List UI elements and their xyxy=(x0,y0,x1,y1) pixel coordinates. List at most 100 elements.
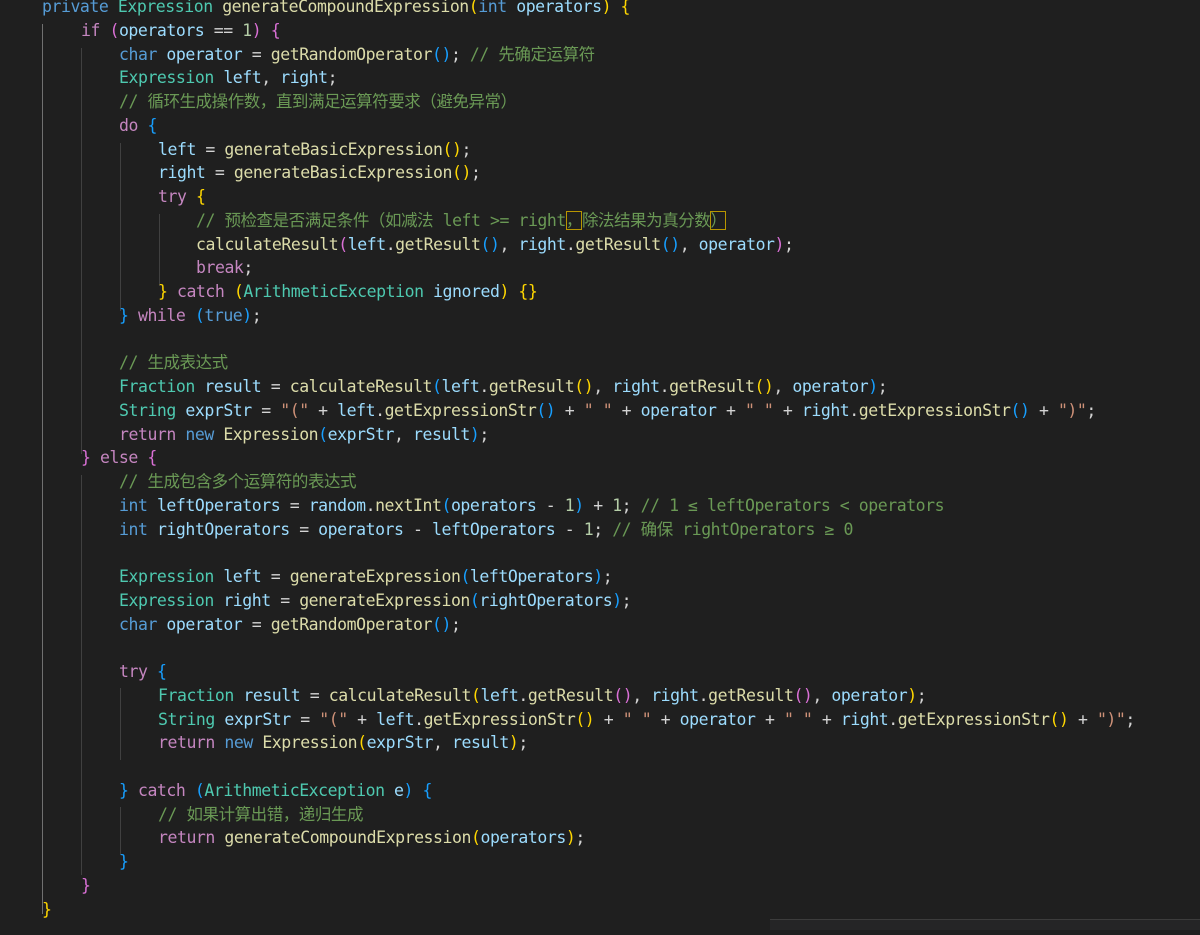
code-line[interactable] xyxy=(0,541,119,565)
code-token: } xyxy=(81,875,91,895)
code-token: , xyxy=(812,685,832,705)
code-token: result xyxy=(452,733,509,753)
code-token: String xyxy=(158,709,225,729)
code-line[interactable]: Fraction result = calculateResult(left.g… xyxy=(0,684,927,708)
code-line[interactable] xyxy=(0,328,119,352)
code-line[interactable] xyxy=(0,636,119,660)
code-token: Fraction xyxy=(158,685,244,705)
code-token: Expression xyxy=(223,424,319,444)
code-token: exprStr xyxy=(366,733,434,753)
code-token: nextInt xyxy=(375,495,442,515)
code-token: + xyxy=(1029,400,1058,420)
code-token: () xyxy=(1049,709,1069,729)
code-line[interactable]: if (operators == 1) { xyxy=(0,19,281,43)
code-token: random xyxy=(308,495,366,515)
code-line[interactable]: try { xyxy=(0,185,206,209)
code-token: left xyxy=(158,139,196,159)
code-line[interactable]: } catch (ArithmeticException e) { xyxy=(0,779,432,803)
code-token: " " xyxy=(744,400,774,420)
code-token: catch xyxy=(137,780,195,800)
code-token: getExpressionStr xyxy=(897,709,1050,729)
code-line[interactable] xyxy=(0,755,158,779)
code-token: . xyxy=(479,377,489,396)
code-token: ; xyxy=(251,305,262,325)
code-line[interactable]: private Expression generateCompoundExpre… xyxy=(0,0,631,19)
code-line[interactable]: return generateCompoundExpression(operat… xyxy=(0,826,585,850)
code-line[interactable]: String exprStr = "(" + left.getExpressio… xyxy=(0,399,1096,423)
code-line[interactable]: String exprStr = "(" + left.getExpressio… xyxy=(0,708,1135,732)
code-token: ) xyxy=(251,20,262,40)
code-token: = xyxy=(261,377,290,396)
code-line[interactable]: } xyxy=(0,898,52,922)
code-line[interactable]: try { xyxy=(0,660,167,684)
code-line[interactable]: char operator = getRandomOperator(); xyxy=(0,613,461,637)
code-line[interactable]: return new Expression(exprStr, result); xyxy=(0,423,489,447)
code-token: , xyxy=(679,234,699,254)
code-token: if xyxy=(81,20,110,40)
code-token: " " xyxy=(783,709,813,729)
code-line[interactable]: break; xyxy=(0,256,253,280)
code-token: + xyxy=(583,495,613,515)
code-line[interactable]: } xyxy=(0,874,91,898)
code-token: char xyxy=(119,614,167,634)
code-token: = xyxy=(280,495,309,515)
code-line[interactable]: char operator = getRandomOperator(); // … xyxy=(0,43,595,67)
code-token: // 循环生成操作数，直到满足运算符要求（避免异常） xyxy=(119,92,517,111)
code-line[interactable]: int rightOperators = operators - leftOpe… xyxy=(0,518,853,542)
code-line[interactable]: } xyxy=(0,850,129,874)
code-line[interactable]: // 如果计算出错，递归生成 xyxy=(0,803,363,827)
code-token: operators xyxy=(480,828,566,848)
code-line[interactable]: calculateResult(left.getResult(), right.… xyxy=(0,233,794,257)
code-token: " " xyxy=(583,400,613,420)
code-line[interactable]: left = generateBasicExpression(); xyxy=(0,138,471,162)
code-token: ")" xyxy=(1057,400,1087,420)
code-line[interactable]: } catch (ArithmeticException ignored) {} xyxy=(0,280,538,304)
code-line[interactable]: // 生成表达式 xyxy=(0,351,228,375)
code-token: try xyxy=(119,662,157,681)
code-token: operator xyxy=(792,377,869,396)
code-line[interactable]: // 生成包含多个运算符的表达式 xyxy=(0,470,357,494)
code-token: ; xyxy=(518,733,528,753)
code-token: right xyxy=(840,709,889,729)
code-line[interactable]: // 预检查是否满足条件（如减法 left >= right，除法结果为真分数） xyxy=(0,209,727,233)
code-line[interactable]: Expression left = generateExpression(lef… xyxy=(0,565,613,589)
code-token: ) xyxy=(565,828,576,848)
code-token: ; xyxy=(877,377,888,396)
code-token: Expression xyxy=(117,0,223,16)
code-token: 1 xyxy=(564,495,575,515)
code-token: () xyxy=(754,377,774,396)
code-token: . xyxy=(414,709,424,729)
code-token: . xyxy=(659,377,670,396)
code-token: ; xyxy=(916,685,927,705)
code-token: do xyxy=(119,115,148,135)
code-token: ; xyxy=(621,590,632,610)
code-token: . xyxy=(849,400,859,420)
code-line[interactable]: Expression left, right; xyxy=(0,66,338,90)
code-token: ; xyxy=(784,234,794,254)
horizontal-scrollbar[interactable] xyxy=(770,919,1200,930)
code-line[interactable]: Expression right = generateExpression(ri… xyxy=(0,589,632,613)
code-token: getResult xyxy=(395,234,481,254)
code-token: + xyxy=(347,709,377,729)
code-editor[interactable]: private Expression generateCompoundExpre… xyxy=(0,0,1200,935)
code-line[interactable]: } while (true); xyxy=(0,304,262,328)
code-token: // 先确定运算符 xyxy=(469,44,595,64)
code-line[interactable]: right = generateBasicExpression(); xyxy=(0,161,481,185)
code-token: return xyxy=(158,828,225,848)
code-token: == xyxy=(204,20,243,40)
code-token: ( xyxy=(468,0,479,16)
code-token: ) xyxy=(499,282,509,301)
code-line[interactable]: return new Expression(exprStr, result); xyxy=(0,731,528,755)
code-line[interactable]: do { xyxy=(0,114,157,138)
code-token: Expression xyxy=(119,590,224,610)
code-line[interactable]: int leftOperators = random.nextInt(opera… xyxy=(0,494,945,518)
code-token: = xyxy=(300,685,329,705)
code-token: 1 xyxy=(583,519,594,539)
code-token: ; xyxy=(327,68,338,88)
code-line[interactable]: // 循环生成操作数，直到满足运算符要求（避免异常） xyxy=(0,90,517,114)
code-line[interactable]: } else { xyxy=(0,446,157,470)
code-line[interactable]: Fraction result = calculateResult(left.g… xyxy=(0,375,888,399)
code-token: left xyxy=(337,400,376,420)
